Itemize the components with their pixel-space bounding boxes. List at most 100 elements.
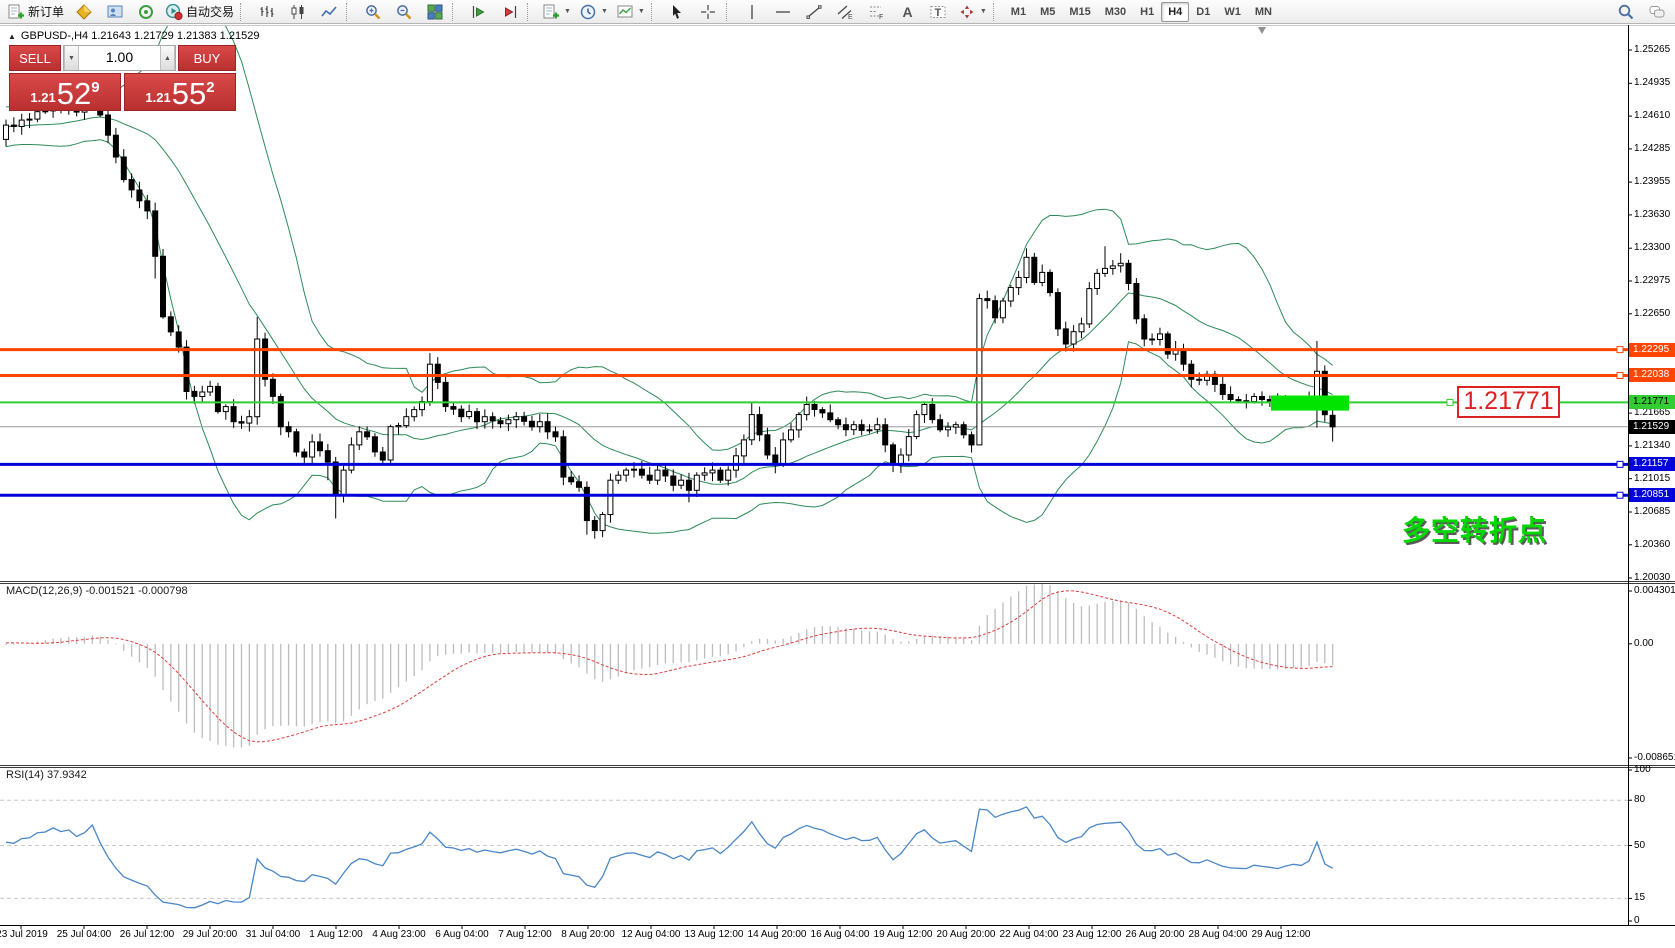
toolbar-separator	[993, 3, 1002, 21]
crosshair-icon	[699, 3, 717, 21]
price-label-chip-1.22295: 1.22295	[1629, 343, 1675, 357]
zoom-in-button[interactable]	[357, 1, 388, 23]
bollinger-middle-band	[6, 117, 1333, 484]
templates-button[interactable]: ▼	[612, 1, 649, 23]
timeframe-button-m15[interactable]: M15	[1062, 2, 1097, 22]
macd-axis-label: -0.008651	[1634, 752, 1675, 763]
market-watch-button[interactable]	[68, 1, 99, 23]
new-order-button[interactable]: 新订单	[3, 1, 68, 23]
candlestick-chart-icon	[289, 3, 307, 21]
buy-button[interactable]: BUY	[178, 45, 236, 71]
time-tick-label: 1 Aug 12:00	[309, 929, 362, 940]
rsi-axis-label: 0	[1634, 915, 1640, 926]
arrows-icon	[958, 3, 976, 21]
svg-text:T: T	[935, 7, 942, 19]
price-tick-label: 1.22975	[1634, 275, 1670, 286]
price-tick-label: 1.23630	[1634, 209, 1670, 220]
volume-decrease-button[interactable]: ▼	[64, 46, 79, 70]
text-label-button[interactable]: T	[923, 1, 954, 23]
time-axis[interactable]: 23 Jul 201925 Jul 04:0026 Jul 12:0029 Ju…	[0, 929, 1628, 947]
line-chart-icon	[320, 3, 338, 21]
chevron-down-icon[interactable]: ▼	[980, 8, 987, 15]
bollinger-lower-band	[6, 140, 1333, 534]
volume-increase-button[interactable]: ▲	[160, 46, 175, 70]
rsi-axis-label: 50	[1634, 840, 1645, 851]
timeframe-button-m1[interactable]: M1	[1004, 2, 1033, 22]
price-tick-label: 1.25265	[1634, 44, 1670, 55]
chart-annotation-text[interactable]: 多空转折点	[1402, 509, 1547, 549]
chevron-down-icon[interactable]: ▼	[601, 8, 608, 15]
text-button[interactable]: A	[892, 1, 923, 23]
price-label-chip-1.21771: 1.21771	[1629, 395, 1675, 409]
candlestick-chart-button[interactable]	[282, 1, 313, 23]
rsi-line	[6, 807, 1333, 908]
price-axis[interactable]: 1.252651.249351.246101.242851.239551.236…	[1629, 0, 1675, 948]
zoom-out-button[interactable]	[388, 1, 419, 23]
buy-price-box[interactable]: 1.21552	[124, 73, 236, 111]
current-price-chip: 1.21529	[1629, 420, 1675, 434]
chart-shift-button[interactable]	[494, 1, 525, 23]
vertical-line-button[interactable]	[737, 1, 768, 23]
auto-scroll-icon	[470, 3, 488, 21]
chart-shift-icon	[501, 3, 519, 21]
navigator-button[interactable]	[130, 1, 161, 23]
profiles-button[interactable]	[99, 1, 130, 23]
price-tick-label: 1.23955	[1634, 176, 1670, 187]
line-chart-button[interactable]	[313, 1, 344, 23]
time-tick-label: 23 Jul 2019	[0, 929, 48, 940]
rsi-indicator-label: RSI(14) 37.9342	[6, 769, 87, 781]
arrows-button[interactable]: ▼	[954, 1, 991, 23]
timeframe-button-h4[interactable]: H4	[1161, 2, 1189, 22]
timeframe-button-m30[interactable]: M30	[1098, 2, 1133, 22]
time-tick-label: 20 Aug 20:00	[937, 929, 996, 940]
cursor-icon	[668, 3, 686, 21]
highlight-rectangle[interactable]	[1271, 396, 1349, 411]
trade-panel-toggle-icon[interactable]: ▲	[8, 32, 16, 41]
price-label-chip-1.21157: 1.21157	[1629, 457, 1675, 471]
timeframe-button-w1[interactable]: W1	[1217, 2, 1248, 22]
price-tick-label: 1.23300	[1634, 242, 1670, 253]
sell-button[interactable]: SELL	[9, 45, 61, 71]
chevron-down-icon[interactable]: ▼	[638, 8, 645, 15]
trendline-icon	[805, 3, 823, 21]
zoom-out-icon	[395, 3, 413, 21]
periods-button[interactable]: ▼	[575, 1, 612, 23]
macd-indicator-label: MACD(12,26,9) -0.001521 -0.000798	[6, 585, 188, 597]
fibonacci-button[interactable]: F	[861, 1, 892, 23]
tile-windows-button[interactable]	[419, 1, 450, 23]
crosshair-button[interactable]	[693, 1, 724, 23]
macd-signal-line	[6, 591, 1333, 742]
buy-price-pip: 2	[206, 79, 214, 96]
timeframe-button-mn[interactable]: MN	[1248, 2, 1279, 22]
time-tick-label: 31 Jul 04:00	[246, 929, 301, 940]
timeframe-button-m5[interactable]: M5	[1033, 2, 1062, 22]
sell-price-box[interactable]: 1.21529	[9, 73, 121, 111]
new-order-button-label: 新订单	[28, 3, 64, 20]
tile-windows-icon	[426, 3, 444, 21]
price-tick-label: 1.24285	[1634, 143, 1670, 154]
timeframe-button-h1[interactable]: H1	[1133, 2, 1161, 22]
equidistant-channel-button[interactable]: E	[830, 1, 861, 23]
cursor-button[interactable]	[662, 1, 693, 23]
time-tick-label: 13 Aug 12:00	[685, 929, 744, 940]
time-tick-label: 23 Aug 12:00	[1063, 929, 1122, 940]
price-callout-label[interactable]: 1.21771	[1457, 386, 1560, 418]
price-label-chip-1.22038: 1.22038	[1629, 368, 1675, 382]
horizontal-line-button[interactable]	[768, 1, 799, 23]
line-handle-icon	[1617, 372, 1623, 378]
time-tick-label: 6 Aug 04:00	[435, 929, 488, 940]
chart-canvas[interactable]	[0, 0, 1675, 948]
indicators-icon	[542, 3, 560, 21]
autotrading-button[interactable]: 自动交易	[161, 1, 238, 23]
auto-scroll-button[interactable]	[463, 1, 494, 23]
timeframe-button-d1[interactable]: D1	[1189, 2, 1217, 22]
volume-input[interactable]: 1.00	[79, 46, 160, 70]
toolbar-separator	[452, 3, 461, 21]
sell-price-main: 52	[57, 77, 91, 110]
indicators-button[interactable]: ▼	[538, 1, 575, 23]
trendline-button[interactable]	[799, 1, 830, 23]
bar-chart-button[interactable]	[251, 1, 282, 23]
chevron-down-icon[interactable]: ▼	[564, 8, 571, 15]
price-label-chip-1.20851: 1.20851	[1629, 488, 1675, 502]
bar-chart-icon	[258, 3, 276, 21]
